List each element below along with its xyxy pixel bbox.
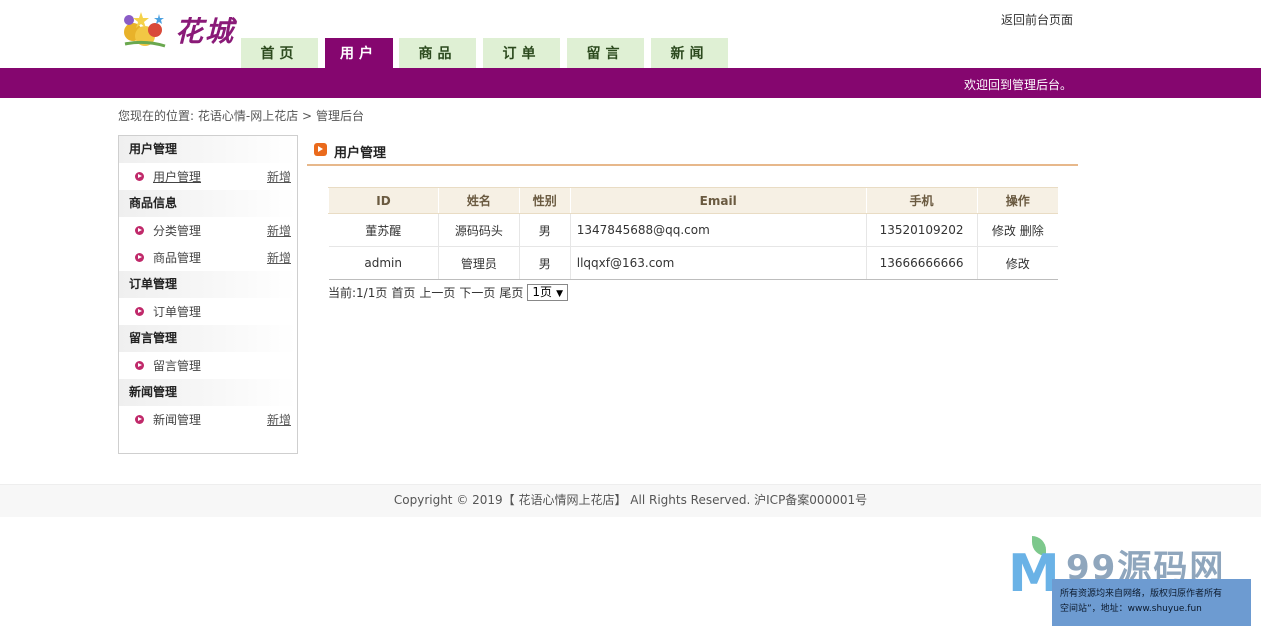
- breadcrumb-prefix: 您现在的位置:: [118, 109, 195, 123]
- cell-name: 管理员: [437, 246, 520, 280]
- page-select[interactable]: 1页 ▼: [527, 284, 568, 301]
- sidebar-link-order-manage[interactable]: 订单管理: [153, 305, 201, 319]
- footer: Copyright © 2019【 花语心情网上花店】 All Rights R…: [0, 484, 1261, 517]
- cell-id: admin: [328, 246, 439, 280]
- column-header-gender: 性别: [518, 187, 571, 214]
- chevron-down-icon: ▼: [556, 289, 563, 299]
- header-bar: 欢迎回到管理后台。: [0, 68, 1261, 98]
- column-header-id: ID: [328, 187, 439, 214]
- tab-users[interactable]: 用户: [325, 38, 393, 68]
- prev-page-link[interactable]: 上一页: [419, 284, 455, 301]
- breadcrumb-separator: >: [302, 109, 313, 123]
- sidebar-add-news[interactable]: 新增: [267, 406, 291, 434]
- welcome-text: 欢迎回到管理后台。: [963, 78, 1072, 92]
- cell-gender: 男: [518, 213, 571, 247]
- sidebar-add-product[interactable]: 新增: [267, 244, 291, 272]
- breadcrumb-current: 管理后台: [315, 109, 364, 123]
- tab-news[interactable]: 新闻: [651, 38, 728, 68]
- cell-email: 1347845688@qq.com: [569, 213, 867, 247]
- sidebar: 用户管理 用户管理 新增 商品信息 分类管理 新增 商品管理 新增 订单管理 订…: [118, 135, 298, 454]
- watermark-line-1: 所有资源均来自网络，版权归原作者所有: [1060, 589, 1223, 599]
- table-header-row: ID 姓名 性别 Email 手机 操作: [328, 187, 1058, 214]
- column-header-email: Email: [569, 187, 867, 214]
- cell-phone: 13666666666: [865, 246, 978, 280]
- site-logo[interactable]: 花城: [117, 8, 242, 52]
- sidebar-link-message-manage[interactable]: 留言管理: [153, 359, 201, 373]
- cell-phone: 13520109202: [865, 213, 978, 247]
- arrow-bullet-icon: [135, 307, 144, 316]
- arrow-bullet-icon: [135, 253, 144, 262]
- user-table: ID 姓名 性别 Email 手机 操作 董苏醒 源码码头 男 13478456…: [328, 187, 1058, 280]
- cell-id: 董苏醒: [328, 213, 439, 247]
- sidebar-link-news-manage[interactable]: 新闻管理: [153, 413, 201, 427]
- sidebar-item-order-manage: 订单管理: [119, 298, 297, 325]
- sidebar-group-users: 用户管理: [119, 136, 297, 163]
- last-page-link[interactable]: 尾页: [499, 284, 523, 301]
- table-row: 董苏醒 源码码头 男 1347845688@qq.com 13520109202…: [328, 213, 1058, 247]
- watermark-logo-icon: M: [1008, 536, 1060, 602]
- sidebar-item-message-manage: 留言管理: [119, 352, 297, 379]
- edit-link[interactable]: 修改: [1006, 257, 1030, 271]
- cell-gender: 男: [518, 246, 571, 280]
- breadcrumb-site-link[interactable]: 花语心情-网上花店: [198, 109, 298, 123]
- sidebar-group-orders: 订单管理: [119, 271, 297, 298]
- column-header-actions: 操作: [976, 187, 1058, 214]
- pagination: 当前:1/1页 首页 上一页 下一页 尾页 1页 ▼: [328, 284, 568, 301]
- sidebar-group-news: 新闻管理: [119, 379, 297, 406]
- sidebar-item-user-manage: 用户管理 新增: [119, 163, 297, 190]
- edit-link[interactable]: 修改: [992, 224, 1016, 238]
- return-frontend-link[interactable]: 返回前台页面: [1001, 11, 1073, 28]
- delete-link[interactable]: 删除: [1020, 224, 1044, 238]
- main-title-row: 用户管理: [307, 137, 1078, 166]
- cell-actions: 修改: [976, 246, 1058, 280]
- page-status: 当前:1/1页: [328, 286, 388, 300]
- cell-actions: 修改 删除: [976, 213, 1058, 247]
- sidebar-item-category-manage: 分类管理 新增: [119, 217, 297, 244]
- sidebar-group-products: 商品信息: [119, 190, 297, 217]
- page-title: 用户管理: [334, 146, 387, 161]
- table-row: admin 管理员 男 llqqxf@163.com 13666666666 修…: [328, 246, 1058, 280]
- sidebar-link-product-manage[interactable]: 商品管理: [153, 251, 201, 265]
- column-header-name: 姓名: [437, 187, 520, 214]
- section-arrow-icon: [314, 143, 327, 156]
- watermark-line-2: 空间站”，地址：www.shuyue.fun: [1060, 604, 1202, 614]
- logo-text: 花城: [175, 15, 236, 48]
- breadcrumb: 您现在的位置: 花语心情-网上花店 > 管理后台: [118, 107, 364, 124]
- arrow-bullet-icon: [135, 361, 144, 370]
- cell-name: 源码码头: [437, 213, 520, 247]
- copyright-text: Copyright © 2019【 花语心情网上花店】 All Rights R…: [393, 493, 868, 507]
- flower-logo-icon: [124, 12, 166, 48]
- tab-products[interactable]: 商品: [399, 38, 476, 68]
- column-header-phone: 手机: [865, 187, 978, 214]
- sidebar-add-category[interactable]: 新增: [267, 217, 291, 245]
- sidebar-link-user-manage[interactable]: 用户管理: [153, 170, 201, 184]
- tab-home[interactable]: 首页: [241, 38, 318, 68]
- tab-orders[interactable]: 订单: [483, 38, 560, 68]
- sidebar-item-product-manage: 商品管理 新增: [119, 244, 297, 271]
- arrow-bullet-icon: [135, 226, 144, 235]
- sidebar-item-news-manage: 新闻管理 新增: [119, 406, 297, 433]
- arrow-bullet-icon: [135, 172, 144, 181]
- next-page-link[interactable]: 下一页: [459, 284, 495, 301]
- sidebar-link-category-manage[interactable]: 分类管理: [153, 224, 201, 238]
- watermark-notice: 所有资源均来自网络，版权归原作者所有 空间站”，地址：www.shuyue.fu…: [1052, 579, 1251, 626]
- arrow-bullet-icon: [135, 415, 144, 424]
- cell-email: llqqxf@163.com: [569, 246, 867, 280]
- first-page-link[interactable]: 首页: [391, 284, 415, 301]
- sidebar-group-messages: 留言管理: [119, 325, 297, 352]
- page-select-value: 1页: [532, 285, 553, 299]
- sidebar-add-user[interactable]: 新增: [267, 163, 291, 191]
- header: 花城 返回前台页面 首页 用户 商品 订单 留言 新闻: [0, 0, 1261, 68]
- tab-messages[interactable]: 留言: [567, 38, 644, 68]
